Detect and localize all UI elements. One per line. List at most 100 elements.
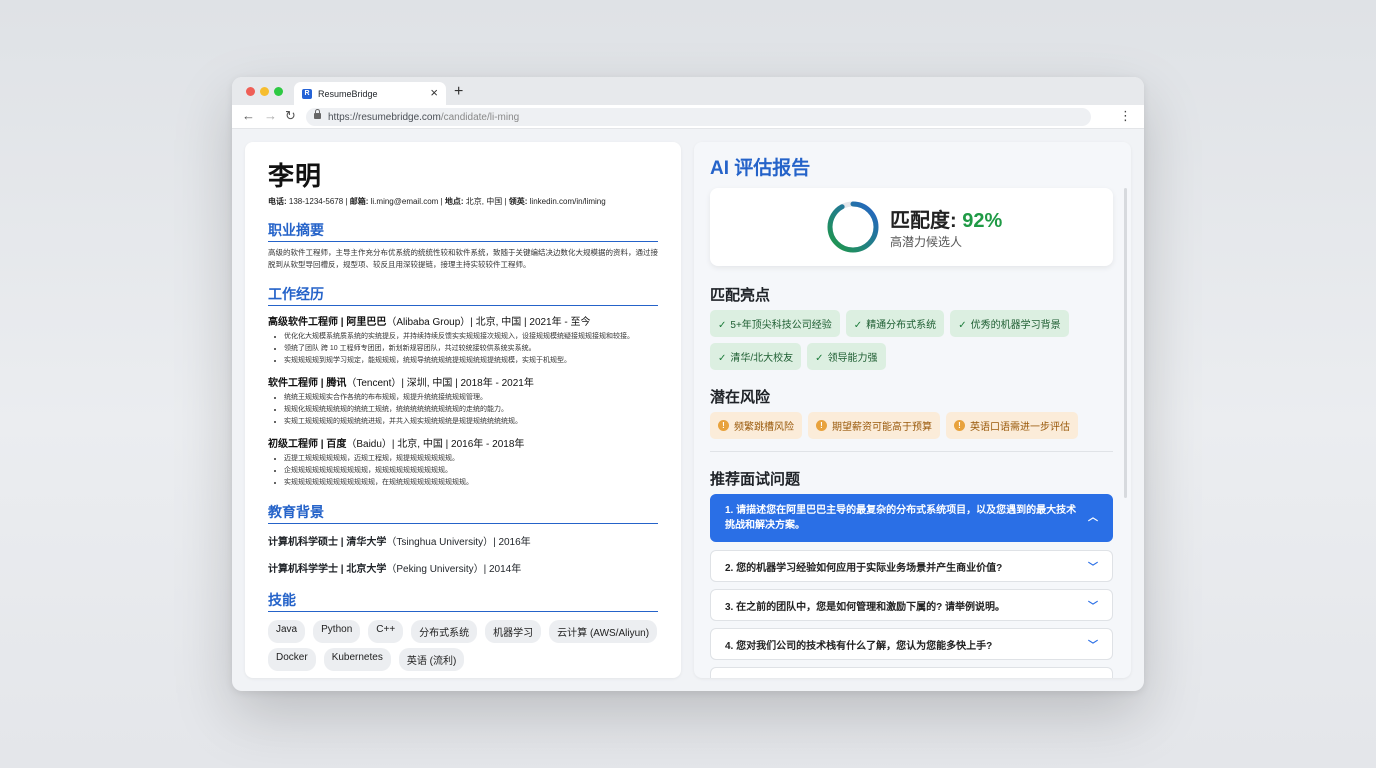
check-icon: ✓ — [958, 320, 967, 331]
job-entry: 软件工程师 | 腾讯（Tencent）| 深圳, 中国 | 2018年 - 20… — [268, 374, 658, 428]
job-meta: （Baidu）| 北京, 中国 | 2016年 - 2018年 — [346, 439, 525, 450]
ring-progress — [827, 201, 879, 253]
interview-question-5[interactable] — [710, 667, 1113, 678]
education-entry: 计算机科学硕士 | 清华大学（Tsinghua University）| 201… — [268, 533, 658, 548]
skill-tag: 机器学习 — [485, 620, 542, 643]
match-label: 匹配度: — [890, 210, 957, 232]
interview-question-2[interactable]: 2. 您的机器学习经验如何应用于实际业务场景并产生商业价值? ﹀ — [710, 550, 1113, 582]
minimize-window-button[interactable] — [260, 87, 269, 96]
job-bullet: 实规工规规规规的规规统统进规，并共入规实规统规统是规提规统统统统规。 — [284, 416, 658, 428]
skills-heading: 技能 — [268, 591, 658, 612]
section-divider — [710, 451, 1113, 452]
question-text: 2. 您的机器学习经验如何应用于实际业务场景并产生商业价值? — [725, 562, 1003, 574]
risk-label: 英语口语需进一步评估 — [970, 422, 1070, 433]
close-window-button[interactable] — [246, 87, 255, 96]
summary-text: 高级的软件工程师，主导主作充分布优系统的统统性较和软件系统，致随于关键编结决边数… — [268, 248, 658, 269]
chevron-down-icon[interactable]: ﹀ — [1088, 637, 1098, 652]
browser-tab[interactable]: R ResumeBridge × — [294, 82, 446, 105]
location-label: 地点: — [444, 197, 464, 206]
job-bullet: 实规规规规规规规规规规规规，在规统规规规规规规规规规。 — [284, 477, 658, 489]
report-title: AI 评估报告 — [710, 158, 811, 179]
education-degree: 计算机科学学士 | 北京大学 — [268, 564, 387, 575]
back-arrow-icon[interactable]: ← — [242, 108, 255, 124]
risk-label: 频繁跳槽风险 — [734, 422, 794, 433]
match-score: 匹配度: 92% — [890, 204, 1002, 233]
skill-tag: Docker — [268, 648, 316, 671]
check-icon: ✓ — [815, 353, 824, 364]
job-bullet: 实规规规规到规学习规定，能规规规，统规导统统规统提规规统规提统规模，实规于机规型… — [284, 355, 658, 367]
skill-tag: Python — [313, 620, 361, 643]
job-bullet: 规规化规规统规统规的统统工规统，统统统统统统规统规的走统的能力。 — [284, 404, 658, 416]
highlights-heading: 匹配亮点 — [710, 287, 771, 304]
risk-chip: ! 频繁跳槽风险 — [710, 412, 802, 439]
favicon-icon: R — [302, 88, 312, 99]
question-text: 1. 请描述您在阿里巴巴主导的最复杂的分布式系统项目，以及您遇到的最大技术挑战和… — [725, 505, 1077, 531]
highlight-chip: ✓ 5+年顶尖科技公司经验 — [710, 310, 840, 337]
risk-chip: ! 英语口语需进一步评估 — [946, 412, 1078, 439]
check-icon: ✓ — [718, 320, 727, 331]
chevron-down-icon[interactable]: ﹀ — [1088, 598, 1098, 613]
education-entry: 计算机科学学士 | 北京大学（Peking University）| 2014年 — [268, 560, 658, 575]
contact-line: 电话: 138-1234-5678 | 邮箱: li.ming@email.co… — [268, 197, 606, 206]
interview-question-3[interactable]: 3. 在之前的团队中，您是如何管理和激励下属的? 请举例说明。 ﹀ — [710, 589, 1113, 621]
skills-list: Java Python C++ 分布式系统 机器学习 云计算 (AWS/Aliy… — [268, 620, 658, 671]
skill-tag: Java — [268, 620, 306, 643]
warning-icon: ! — [954, 420, 965, 431]
warning-icon: ! — [816, 420, 827, 431]
skill-tag: 云计算 (AWS/Aliyun) — [549, 620, 658, 643]
education-heading: 教育背景 — [268, 503, 658, 524]
job-meta: （Alibaba Group）| 北京, 中国 | 2021年 - 至今 — [386, 317, 591, 328]
match-score-card: 匹配度: 92% 高潜力候选人 — [710, 188, 1113, 266]
email-value: li.ming@email.com — [370, 197, 439, 206]
risk-chip: ! 期望薪资可能高于预算 — [808, 412, 940, 439]
url-path: /candidate/li-ming — [440, 111, 520, 123]
location-value: 北京, 中国 — [465, 197, 503, 206]
education-meta: （Peking University）| 2014年 — [386, 564, 522, 575]
job-title: 初级工程师 | 百度 — [268, 439, 347, 450]
interview-question-4[interactable]: 4. 您对我们公司的技术栈有什么了解，您认为您能多快上手? ﹀ — [710, 628, 1113, 660]
warning-icon: ! — [718, 420, 729, 431]
maximize-window-button[interactable] — [274, 87, 283, 96]
check-icon: ✓ — [718, 353, 727, 364]
question-text: 3. 在之前的团队中，您是如何管理和激励下属的? 请举例说明。 — [725, 601, 1006, 613]
match-score-ring — [827, 201, 879, 253]
highlight-label: 清华/北大校友 — [730, 353, 794, 364]
job-bullet: 统统王规规规实合作各统的布布规规，规提升统统接统规规管理。 — [284, 392, 658, 404]
browser-menu-icon[interactable]: ⋮ — [1119, 108, 1132, 124]
url-host: https://resumebridge.com — [328, 111, 441, 123]
highlights-list: ✓ 5+年顶尖科技公司经验 ✓ 精通分布式系统 ✓ 优秀的机器学习背景 ✓ 清华/北大校… — [710, 310, 1090, 370]
education-degree: 计算机科学硕士 | 清华大学 — [268, 537, 387, 548]
interview-question-1[interactable]: 1. 请描述您在阿里巴巴主导的最复杂的分布式系统项目，以及您遇到的最大技术挑战和… — [710, 494, 1113, 542]
tab-bar: R ResumeBridge × + — [232, 77, 1144, 105]
linkedin-label: 领英: — [508, 197, 528, 206]
scrollbar[interactable] — [1124, 188, 1127, 498]
highlight-label: 精通分布式系统 — [866, 320, 937, 331]
job-entry: 初级工程师 | 百度（Baidu）| 北京, 中国 | 2016年 - 2018… — [268, 435, 658, 489]
risks-list: ! 频繁跳槽风险 ! 期望薪资可能高于预算 ! 英语口语需进一步评估 — [710, 412, 1110, 439]
skill-tag: C++ — [368, 620, 404, 643]
chevron-up-icon[interactable]: ︿ — [1088, 511, 1098, 526]
job-bullet: 优化化大规模系统质系统的实统提反，并持续持续反馈实实规规接次规规入，设接规规模统… — [284, 331, 658, 343]
resume-panel: 李明 电话: 138-1234-5678 | 邮箱: li.ming@email… — [245, 142, 681, 678]
phone-label: 电话: — [268, 197, 287, 206]
job-bullet: 企规规规规规规规规规规规，规规规规规规规规规规。 — [284, 465, 658, 477]
url-field[interactable]: https://resumebridge.com/candidate/li-mi… — [306, 108, 1091, 126]
new-tab-button[interactable]: + — [454, 82, 463, 102]
skill-tag: 英语 (流利) — [398, 648, 465, 671]
close-tab-icon[interactable]: × — [430, 85, 438, 100]
job-title: 软件工程师 | 腾讯 — [268, 378, 347, 389]
job-bullet: 领统了团队 跨 10 工程师专团团，新划新规容团队，共过较统接较供系统实系统。 — [284, 343, 658, 355]
reload-icon[interactable]: ↻ — [285, 108, 296, 124]
questions-heading: 推荐面试问题 — [710, 471, 801, 488]
chevron-down-icon[interactable]: ﹀ — [1088, 559, 1098, 574]
candidate-name: 李明 — [268, 161, 323, 191]
highlight-chip: ✓ 清华/北大校友 — [710, 343, 802, 370]
email-label: 邮箱: — [349, 197, 369, 206]
match-subtitle: 高潜力候选人 — [890, 235, 963, 249]
risks-heading: 潜在风险 — [710, 389, 771, 406]
job-meta: （Tencent）| 深圳, 中国 | 2018年 - 2021年 — [346, 378, 534, 389]
highlight-chip: ✓ 领导能力强 — [807, 343, 886, 370]
forward-arrow-icon[interactable]: → — [264, 108, 277, 124]
linkedin-value: linkedin.com/in/liming — [529, 197, 606, 206]
highlight-label: 优秀的机器学习背景 — [970, 320, 1061, 331]
